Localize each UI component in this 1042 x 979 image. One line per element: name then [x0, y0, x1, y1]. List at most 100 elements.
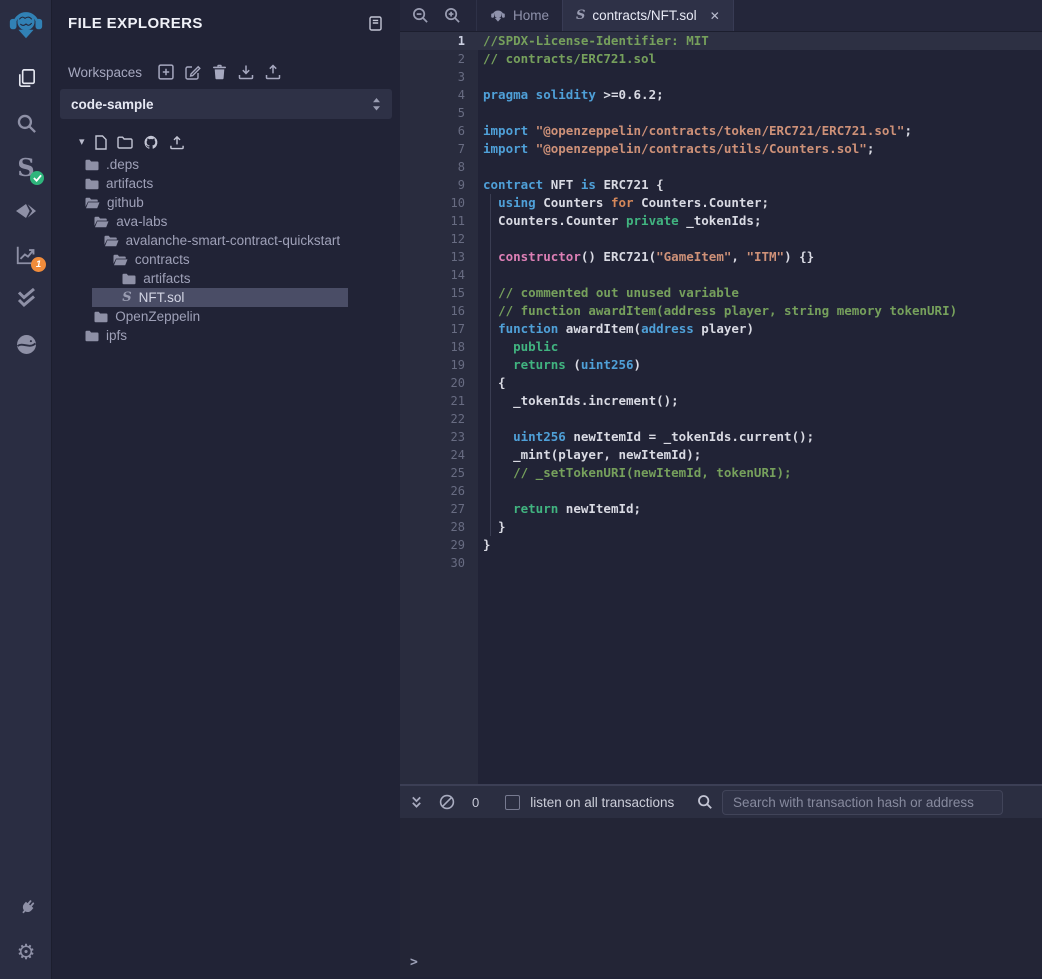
tree-item-OpenZeppelin[interactable]: OpenZeppelin [52, 307, 400, 326]
line-number: 28 [400, 518, 478, 536]
code-line-19[interactable]: returns (uint256) [478, 356, 1042, 374]
tree-item-avalanche-smart-contract-quickstart[interactable]: avalanche-smart-contract-quickstart [52, 231, 400, 250]
folder-open-icon [104, 235, 119, 247]
transaction-search-input[interactable] [722, 790, 1003, 815]
collapse-caret-icon[interactable]: ▾ [79, 137, 85, 147]
code-line-30[interactable] [478, 554, 1042, 572]
code-line-7[interactable]: import "@openzeppelin/contracts/utils/Co… [478, 140, 1042, 158]
settings-gear-icon[interactable]: ⚙ [0, 941, 52, 963]
terminal-collapse-icon[interactable] [410, 795, 423, 809]
code-line-25[interactable]: // _setTokenURI(newItemId, tokenURI); [478, 464, 1042, 482]
code-line-23[interactable]: uint256 newItemId = _tokenIds.current(); [478, 428, 1042, 446]
code-editor[interactable]: 1234567891011121314151617181920212223242… [400, 32, 1042, 784]
tree-item-github[interactable]: github [52, 193, 400, 212]
code-line-10[interactable]: using Counters for Counters.Counter; [478, 194, 1042, 212]
delete-workspace-icon[interactable] [212, 64, 227, 80]
restore-workspaces-icon[interactable] [265, 64, 281, 80]
create-workspace-icon[interactable] [158, 64, 174, 80]
download-workspaces-icon[interactable] [238, 64, 254, 80]
code-line-6[interactable]: import "@openzeppelin/contracts/token/ER… [478, 122, 1042, 140]
tree-item-artifacts[interactable]: artifacts [52, 174, 400, 193]
solidity-file-icon: S [576, 10, 585, 22]
tab-close-icon[interactable]: ✕ [710, 9, 720, 23]
file-explorer-icon[interactable] [0, 66, 52, 90]
folder-open-icon [113, 254, 128, 266]
tree-item-label: artifacts [106, 176, 153, 191]
terminal-output[interactable]: > [400, 818, 1042, 977]
select-arrows-icon [372, 97, 381, 112]
code-line-5[interactable] [478, 104, 1042, 122]
panel-header: FILE EXPLORERS [52, 0, 400, 46]
code-line-27[interactable]: return newItemId; [478, 500, 1042, 518]
tree-item-contracts[interactable]: contracts [52, 250, 400, 269]
code-line-9[interactable]: contract NFT is ERC721 { [478, 176, 1042, 194]
indent-guide [490, 194, 491, 536]
zoom-out-icon[interactable] [412, 7, 429, 24]
tree-item-NFT.sol[interactable]: SNFT.sol [52, 288, 400, 307]
code-line-29[interactable]: } [478, 536, 1042, 554]
tree-item-ipfs[interactable]: ipfs [52, 326, 400, 345]
code-line-13[interactable]: constructor() ERC721("GameItem", "ITM") … [478, 248, 1042, 266]
code-line-26[interactable] [478, 482, 1042, 500]
tab-nft-sol-label: contracts/NFT.sol [592, 8, 696, 23]
clear-console-icon[interactable] [439, 794, 455, 810]
line-number: 17 [400, 320, 478, 338]
line-number: 20 [400, 374, 478, 392]
unit-testing-icon[interactable] [0, 288, 52, 308]
code-line-18[interactable]: public [478, 338, 1042, 356]
new-file-icon[interactable] [95, 135, 107, 150]
editor-tabbar: Home S contracts/NFT.sol ✕ [400, 0, 1042, 32]
deploy-run-icon[interactable] [0, 199, 52, 223]
code-line-28[interactable]: } [478, 518, 1042, 536]
search-icon[interactable] [0, 112, 52, 134]
code-line-4[interactable]: pragma solidity >=0.6.2; [478, 86, 1042, 104]
panel-title: FILE EXPLORERS [68, 15, 203, 32]
line-number: 12 [400, 230, 478, 248]
documentation-book-icon[interactable] [369, 16, 382, 31]
tree-item-label: artifacts [143, 271, 190, 286]
upload-file-icon[interactable] [169, 135, 185, 150]
code-line-17[interactable]: function awardItem(address player) [478, 320, 1042, 338]
workspaces-label: Workspaces [68, 65, 142, 80]
code-line-2[interactable]: // contracts/ERC721.sol [478, 50, 1042, 68]
line-number: 5 [400, 104, 478, 122]
code-line-16[interactable]: // function awardItem(address player, st… [478, 302, 1042, 320]
plugin-manager-icon[interactable] [0, 897, 52, 919]
code-line-11[interactable]: Counters.Counter private _tokenIds; [478, 212, 1042, 230]
line-number: 13 [400, 248, 478, 266]
tree-item-label: ipfs [106, 328, 127, 343]
tab-home-label: Home [513, 8, 549, 23]
remix-logo-icon[interactable] [0, 6, 52, 44]
editor-code-area[interactable]: //SPDX-License-Identifier: MIT// contrac… [478, 32, 1042, 784]
code-line-24[interactable]: _mint(player, newItemId); [478, 446, 1042, 464]
folder-open-icon [85, 197, 100, 209]
solidity-compiler-icon[interactable]: S [0, 154, 52, 182]
line-number: 21 [400, 392, 478, 410]
code-line-3[interactable] [478, 68, 1042, 86]
tab-home[interactable]: Home [476, 0, 562, 31]
code-line-20[interactable]: { [478, 374, 1042, 392]
workspace-select[interactable]: code-sample [60, 89, 392, 119]
code-line-12[interactable] [478, 230, 1042, 248]
tree-item-artifacts[interactable]: artifacts [52, 269, 400, 288]
rename-workspace-icon[interactable] [185, 64, 201, 80]
code-line-1[interactable]: //SPDX-License-Identifier: MIT [478, 32, 1042, 50]
editor-gutter: 1234567891011121314151617181920212223242… [400, 32, 478, 784]
tree-item-ava-labs[interactable]: ava-labs [52, 212, 400, 231]
github-import-icon[interactable] [143, 135, 159, 150]
statistics-icon[interactable]: 1 [0, 243, 52, 267]
code-line-15[interactable]: // commented out unused variable [478, 284, 1042, 302]
file-explorer-toolbar: ▾ [79, 134, 400, 150]
tree-item-.deps[interactable]: .deps [52, 155, 400, 174]
code-line-21[interactable]: _tokenIds.increment(); [478, 392, 1042, 410]
line-number: 29 [400, 536, 478, 554]
code-line-8[interactable] [478, 158, 1042, 176]
tab-nft-sol[interactable]: S contracts/NFT.sol ✕ [562, 0, 734, 31]
code-line-14[interactable] [478, 266, 1042, 284]
sourcify-icon[interactable] [0, 334, 52, 355]
code-line-22[interactable] [478, 410, 1042, 428]
new-folder-icon[interactable] [117, 136, 133, 149]
listen-transactions-checkbox[interactable] [505, 795, 520, 810]
zoom-in-icon[interactable] [444, 7, 461, 24]
listen-transactions-label: listen on all transactions [530, 795, 674, 810]
